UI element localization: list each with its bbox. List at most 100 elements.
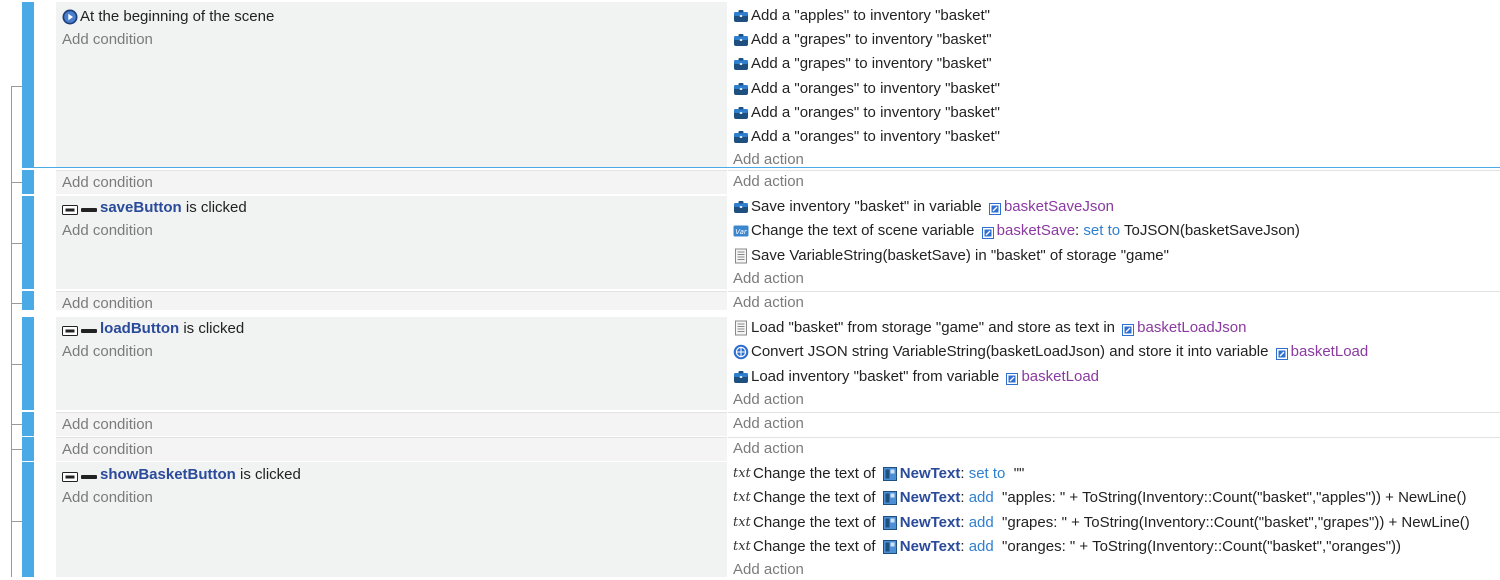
condition-row[interactable]: showBasketButton is clicked bbox=[62, 465, 301, 485]
variable-name[interactable]: basketSave bbox=[997, 221, 1075, 241]
condition-text: is clicked bbox=[181, 199, 247, 216]
add-action-link[interactable]: Add action bbox=[733, 439, 804, 459]
storage-icon bbox=[733, 248, 749, 264]
event-selection-bar[interactable] bbox=[22, 462, 34, 577]
event-selection-bar[interactable] bbox=[22, 437, 34, 461]
add-condition-link[interactable]: Add condition bbox=[62, 294, 153, 314]
object-mini-icon bbox=[882, 467, 897, 481]
actions-panel[interactable]: Add action bbox=[728, 437, 1500, 462]
tree-guide-tick bbox=[11, 364, 22, 365]
actions-panel[interactable]: Save inventory "basket" in variable bask… bbox=[728, 196, 1500, 289]
object-mini-icon bbox=[882, 516, 897, 530]
action-text: Add a "apples" to inventory "basket" bbox=[751, 7, 990, 24]
object-name[interactable]: NewText bbox=[900, 464, 961, 484]
scene-play-icon bbox=[62, 9, 78, 25]
action-row[interactable]: Convert JSON string VariableString(baske… bbox=[733, 342, 1368, 362]
object-mini-icon bbox=[882, 491, 897, 505]
action-row[interactable]: Load "basket" from storage "game" and st… bbox=[733, 318, 1246, 338]
variable-name[interactable]: basketLoad bbox=[1021, 367, 1099, 387]
event-selection-bar[interactable] bbox=[22, 170, 34, 194]
inventory-icon bbox=[733, 32, 749, 48]
action-row[interactable]: Var Change the text of scene variable bas… bbox=[733, 221, 1300, 241]
event-selection-bar[interactable] bbox=[22, 317, 34, 410]
conditions-panel[interactable]: Add condition bbox=[56, 437, 727, 461]
actions-panel[interactable]: Add action bbox=[728, 170, 1500, 195]
operator-keyword[interactable]: add bbox=[969, 488, 994, 508]
add-condition-link[interactable]: Add condition bbox=[62, 221, 153, 241]
operator-keyword[interactable]: set to bbox=[1083, 221, 1120, 241]
add-action-link[interactable]: Add action bbox=[733, 269, 804, 289]
conditions-panel[interactable]: loadButton is clicked Add condition bbox=[56, 317, 727, 410]
action-row[interactable]: Save VariableString(basketSave) in "bask… bbox=[733, 246, 1169, 266]
add-condition-link[interactable]: Add condition bbox=[62, 30, 153, 50]
action-text: Save inventory "basket" in variable bbox=[751, 198, 986, 215]
action-row[interactable]: Add a "oranges" to inventory "basket" bbox=[733, 103, 1000, 123]
action-row[interactable]: txt Change the text of NewText: add "oran… bbox=[733, 537, 1401, 557]
object-name[interactable]: NewText bbox=[900, 537, 961, 557]
action-row[interactable]: Add a "oranges" to inventory "basket" bbox=[733, 79, 1000, 99]
event-selection-bar[interactable] bbox=[22, 412, 34, 436]
action-row[interactable]: txt Change the text of NewText: add "appl… bbox=[733, 488, 1466, 508]
action-row[interactable]: txt Change the text of NewText: set to "" bbox=[733, 464, 1024, 484]
conditions-panel[interactable]: Add condition bbox=[56, 291, 727, 312]
svg-text:Var: Var bbox=[735, 228, 748, 236]
variable-name[interactable]: basketSaveJson bbox=[1004, 197, 1114, 217]
add-action-link[interactable]: Add action bbox=[733, 414, 804, 434]
tree-guide-line bbox=[11, 86, 12, 577]
operator-keyword[interactable]: add bbox=[969, 513, 994, 533]
action-text: Add a "oranges" to inventory "basket" bbox=[751, 80, 1000, 97]
action-row[interactable]: Add a "grapes" to inventory "basket" bbox=[733, 30, 992, 50]
conditions-panel[interactable]: Add condition bbox=[56, 412, 727, 436]
actions-panel[interactable]: Load "basket" from storage "game" and st… bbox=[728, 317, 1500, 410]
action-row[interactable]: Add a "apples" to inventory "basket" bbox=[733, 6, 990, 26]
action-row[interactable]: Save inventory "basket" in variable bask… bbox=[733, 197, 1114, 217]
action-row[interactable]: txt Change the text of NewText: add "grap… bbox=[733, 513, 1470, 533]
action-text: : bbox=[960, 489, 969, 506]
condition-row[interactable]: At the beginning of the scene bbox=[62, 7, 274, 27]
add-action-link[interactable]: Add action bbox=[733, 560, 804, 580]
variable-name[interactable]: basketLoad bbox=[1291, 342, 1369, 362]
tree-guide-tick bbox=[11, 303, 22, 304]
condition-row[interactable]: saveButton is clicked bbox=[62, 198, 247, 218]
variable-name[interactable]: basketLoadJson bbox=[1137, 318, 1246, 338]
conditions-panel[interactable]: showBasketButton is clicked Add condition bbox=[56, 462, 727, 577]
add-action-link[interactable]: Add action bbox=[733, 172, 804, 192]
empty-event: Add condition Add action bbox=[22, 291, 1500, 312]
actions-panel[interactable]: txt Change the text of NewText: set to ""… bbox=[728, 462, 1500, 580]
scene-var-icon: Var bbox=[733, 223, 749, 239]
add-condition-link[interactable]: Add condition bbox=[62, 440, 153, 460]
tree-guide-tick bbox=[11, 182, 22, 183]
tree-guide-tick bbox=[11, 424, 22, 425]
condition-object-name[interactable]: showBasketButton bbox=[100, 465, 236, 485]
conditions-panel[interactable]: saveButton is clicked Add condition bbox=[56, 196, 727, 289]
conditions-panel[interactable]: Add condition bbox=[56, 170, 727, 194]
action-row[interactable]: Add a "grapes" to inventory "basket" bbox=[733, 54, 992, 74]
condition-object-name[interactable]: saveButton bbox=[100, 198, 182, 218]
condition-row[interactable]: loadButton is clicked bbox=[62, 319, 244, 339]
object-mini-icon bbox=[882, 540, 897, 554]
add-condition-link[interactable]: Add condition bbox=[62, 342, 153, 362]
add-condition-link[interactable]: Add condition bbox=[62, 173, 153, 193]
event-selection-bar[interactable] bbox=[22, 291, 34, 310]
operator-keyword[interactable]: add bbox=[969, 537, 994, 557]
action-row[interactable]: Add a "oranges" to inventory "basket" bbox=[733, 127, 1000, 147]
inventory-icon bbox=[733, 369, 749, 385]
event-selection-bar[interactable] bbox=[22, 196, 34, 289]
event-selection-bar[interactable] bbox=[22, 2, 34, 168]
add-action-link[interactable]: Add action bbox=[733, 293, 804, 313]
actions-panel[interactable]: Add a "apples" to inventory "basket" Add … bbox=[728, 2, 1500, 168]
object-name[interactable]: NewText bbox=[900, 488, 961, 508]
action-row[interactable]: Load inventory "basket" from variable ba… bbox=[733, 367, 1099, 387]
actions-panel[interactable]: Add action bbox=[728, 412, 1500, 437]
action-text: Add a "oranges" to inventory "basket" bbox=[751, 104, 1000, 121]
add-action-link[interactable]: Add action bbox=[733, 390, 804, 410]
conditions-panel[interactable]: At the beginning of the scene Add conditi… bbox=[56, 2, 727, 168]
condition-object-name[interactable]: loadButton bbox=[100, 319, 179, 339]
object-name[interactable]: NewText bbox=[900, 513, 961, 533]
add-condition-link[interactable]: Add condition bbox=[62, 488, 153, 508]
add-condition-link[interactable]: Add condition bbox=[62, 415, 153, 435]
actions-panel[interactable]: Add action bbox=[728, 291, 1500, 311]
action-text: "grapes: " + ToString(Inventory::Count("… bbox=[993, 514, 1470, 531]
empty-event: Add condition Add action bbox=[22, 170, 1500, 195]
operator-keyword[interactable]: set to bbox=[969, 464, 1006, 484]
